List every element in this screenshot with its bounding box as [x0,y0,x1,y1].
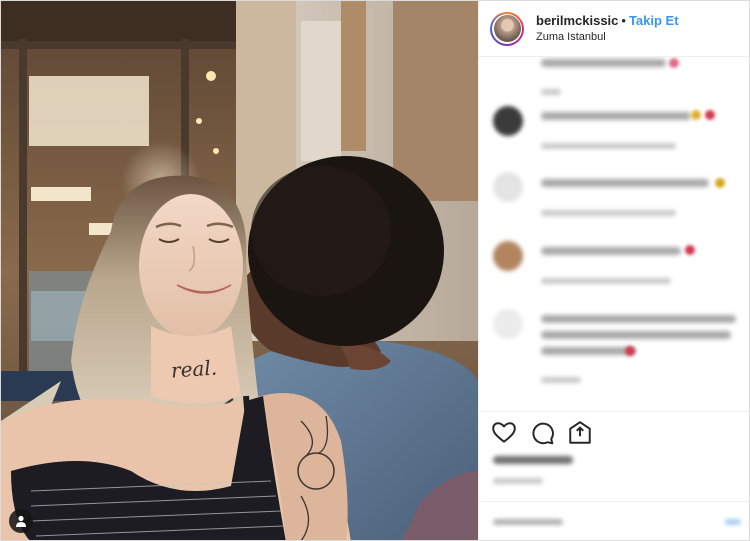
comment-meta-blurred [541,278,671,284]
emoji-blurred [625,346,635,356]
follow-button[interactable]: Takip Et [629,13,679,28]
emoji-blurred [691,110,701,120]
comment-text-blurred [541,315,736,323]
comment-meta-blurred [541,89,561,95]
add-comment-bar[interactable] [479,501,749,540]
comment-avatar[interactable] [493,172,523,202]
post-photo[interactable]: real. [1,1,478,540]
post-date-blurred [493,478,543,484]
post-header: berilmckissic • Takip Et Zuma Istanbul [479,1,749,57]
location-link[interactable]: Zuma Istanbul [536,31,679,44]
instagram-post: real. berilmckissic • Takip Et Zuma Istanb… [0,0,750,541]
comment-text-blurred [541,179,709,187]
user-tag-button[interactable] [9,509,33,533]
comment-avatar[interactable] [493,241,523,271]
comment-text-blurred [541,347,636,355]
post-side-panel: berilmckissic • Takip Et Zuma Istanbul [478,1,749,540]
comment-meta-blurred [541,210,676,216]
comment-avatar[interactable] [493,106,523,136]
neck-tattoo-text: real. [170,355,218,383]
comment-text-blurred [541,331,731,339]
comment-icon[interactable] [529,420,555,446]
share-icon[interactable] [567,420,593,446]
comments-list [479,57,749,411]
comment-meta-blurred [541,377,581,383]
emoji-blurred [685,245,695,255]
emoji-blurred [669,58,679,68]
photo-image [1,1,478,540]
comment-avatar[interactable] [493,309,523,339]
comment-meta-blurred [541,143,676,149]
comment-text-blurred [541,247,681,255]
post-comment-button-blurred[interactable] [725,519,741,525]
emoji-blurred [715,178,725,188]
heart-icon[interactable] [491,420,517,446]
post-actions [479,411,749,501]
likes-count-blurred [493,456,573,464]
comment-input-blurred[interactable] [493,519,563,525]
user-tag-icon [16,515,26,527]
username-link[interactable]: berilmckissic [536,13,618,28]
avatar[interactable] [490,11,524,46]
comment-text-blurred [541,112,691,120]
separator-dot: • [621,13,626,29]
emoji-blurred [705,110,715,120]
comment-text-blurred [541,59,666,67]
